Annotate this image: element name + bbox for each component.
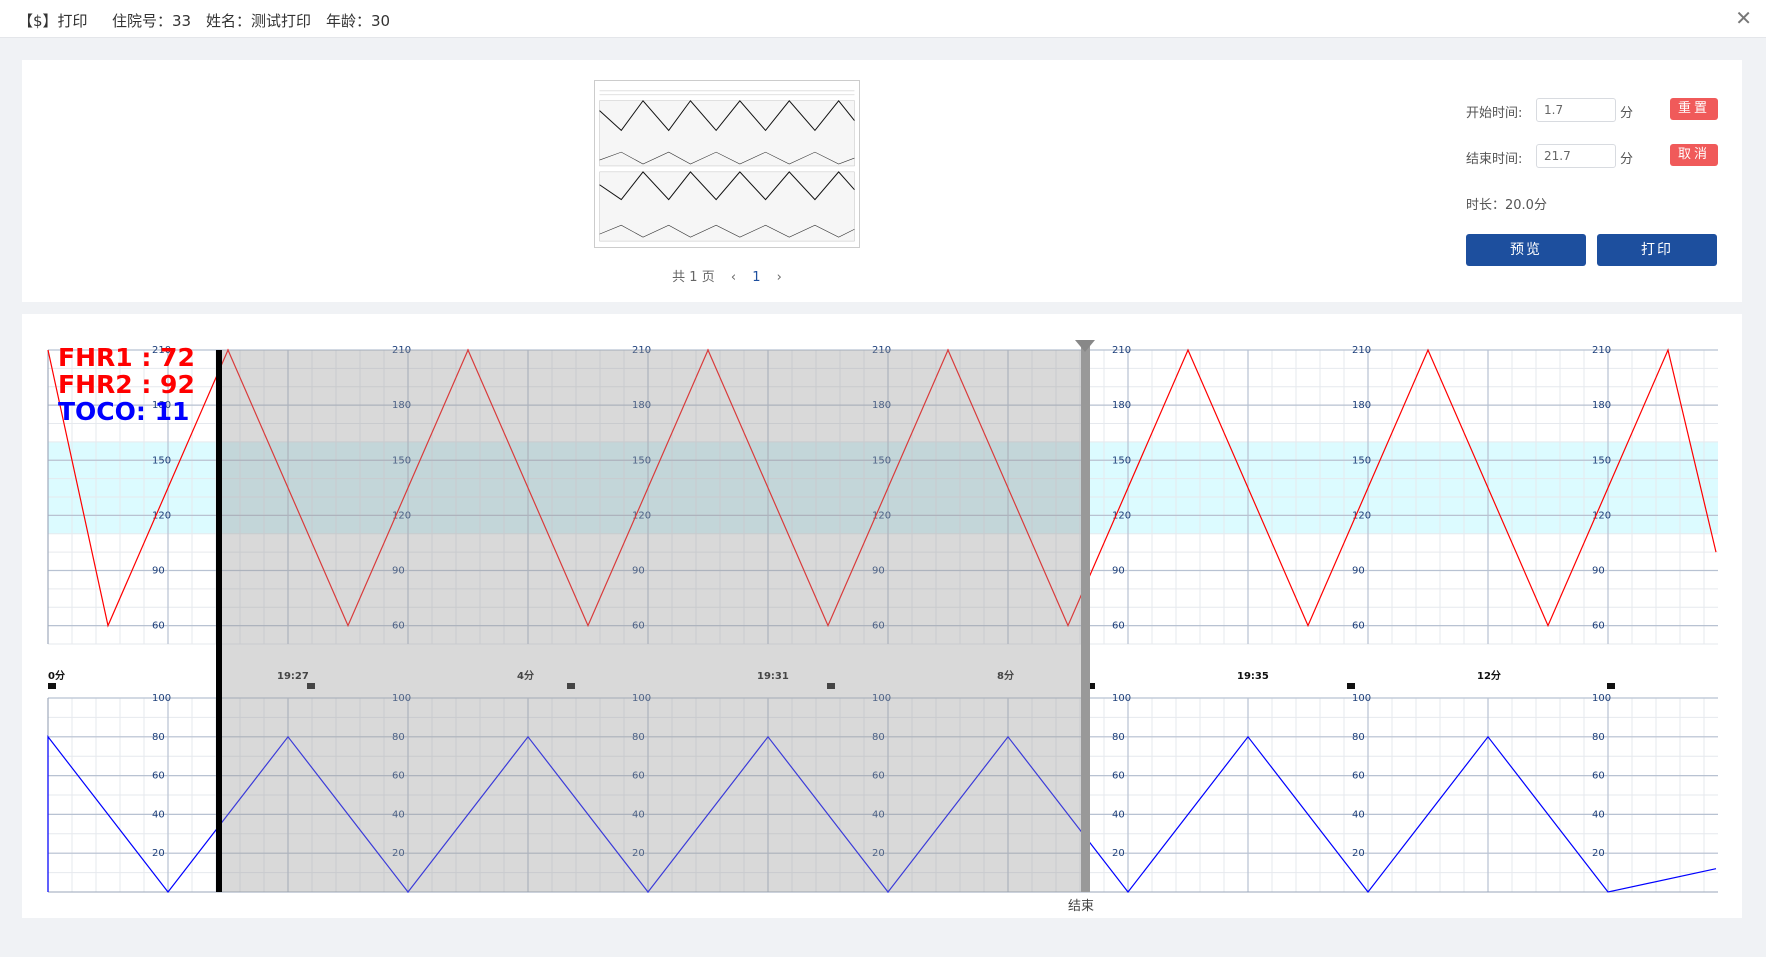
readout-1: FHR1 : 72 bbox=[58, 343, 195, 372]
fhr-tick-label: 90 bbox=[1112, 566, 1125, 577]
duration-text: 时长：20.0分 bbox=[1466, 198, 1547, 213]
toco-tick-label: 80 bbox=[152, 732, 165, 743]
toco-tick-label: 100 bbox=[1112, 693, 1131, 704]
end-time-label: 结束时间: bbox=[1466, 152, 1523, 167]
toco-tick-label: 80 bbox=[1112, 732, 1125, 743]
fhr-tick-label: 60 bbox=[152, 621, 165, 632]
end-cursor bbox=[1081, 342, 1090, 892]
prev-page-icon[interactable]: ‹ bbox=[731, 270, 736, 285]
start-time-label: 开始时间: bbox=[1466, 106, 1523, 121]
fhr-tick-label: 60 bbox=[1352, 621, 1365, 632]
start-time-input[interactable] bbox=[1536, 98, 1616, 122]
toco-tick-label: 60 bbox=[1112, 771, 1125, 782]
window-title: 【$】打印 bbox=[18, 12, 88, 30]
print-range-overlay bbox=[219, 350, 1084, 892]
fhr-tick-label: 120 bbox=[1352, 510, 1371, 521]
print-button[interactable]: 打印 bbox=[1597, 234, 1717, 266]
time-label: 0分 bbox=[48, 669, 65, 682]
fhr-tick-label: 120 bbox=[1592, 510, 1611, 521]
toco-tick-label: 20 bbox=[152, 848, 165, 859]
toco-tick-label: 40 bbox=[152, 809, 165, 820]
fhr-tick-label: 60 bbox=[1592, 621, 1605, 632]
next-page-icon[interactable]: › bbox=[777, 270, 782, 285]
fhr-tick-label: 150 bbox=[1592, 455, 1611, 466]
toco-tick-label: 60 bbox=[152, 771, 165, 782]
toco-tick-label: 40 bbox=[1112, 809, 1125, 820]
patient-name: 姓名：测试打印 bbox=[206, 12, 312, 30]
event-marker bbox=[1607, 683, 1615, 689]
toco-tick-label: 100 bbox=[1352, 693, 1371, 704]
reset-button[interactable]: 重置 bbox=[1670, 98, 1718, 120]
close-icon[interactable]: ✕ bbox=[1735, 6, 1752, 30]
toco-tick-label: 80 bbox=[1352, 732, 1365, 743]
toco-tick-label: 40 bbox=[1352, 809, 1365, 820]
start-unit: 分 bbox=[1620, 106, 1634, 121]
fhr-tick-label: 120 bbox=[152, 510, 171, 521]
fhr-tick-label: 180 bbox=[1112, 400, 1131, 411]
title-bar: 【$】打印 住院号：33 姓名：测试打印 年龄：30 ✕ bbox=[0, 0, 1766, 38]
fhr-tick-label: 150 bbox=[1352, 455, 1371, 466]
toco-tick-label: 20 bbox=[1352, 848, 1365, 859]
hospital-number: 住院号：33 bbox=[112, 12, 192, 30]
toco-tick-label: 20 bbox=[1592, 848, 1605, 859]
settings-panel: 开始时间: 分 重置 结束时间: 分 取消 时长：20.0分 预览 打印 bbox=[1442, 60, 1742, 302]
fhr-tick-label: 150 bbox=[152, 455, 171, 466]
end-unit: 分 bbox=[1620, 152, 1634, 167]
fhr-tick-label: 120 bbox=[1112, 510, 1131, 521]
fhr-tick-label: 180 bbox=[1592, 400, 1611, 411]
readout-3: TOCO: 11 bbox=[58, 397, 189, 426]
cancel-button[interactable]: 取消 bbox=[1670, 144, 1718, 166]
fhr-tick-label: 90 bbox=[152, 566, 165, 577]
report-thumbnail bbox=[594, 80, 860, 248]
toco-tick-label: 100 bbox=[152, 693, 171, 704]
toco-tick-label: 60 bbox=[1592, 771, 1605, 782]
fhr-tick-label: 210 bbox=[1592, 345, 1611, 356]
fhr-tick-label: 150 bbox=[1112, 455, 1131, 466]
preview-button[interactable]: 预览 bbox=[1466, 234, 1586, 266]
toco-tick-label: 20 bbox=[1112, 848, 1125, 859]
end-time-input[interactable] bbox=[1536, 144, 1616, 168]
ctg-chart-panel: 210 180 150 120 90 60 100 80 60 40 20 210 180 150 120 9… bbox=[22, 314, 1742, 918]
page-total: 共 1 页 bbox=[672, 270, 715, 285]
toco-tick-label: 80 bbox=[1592, 732, 1605, 743]
end-marker-label: 结束 bbox=[1068, 899, 1094, 914]
readout-2: FHR2 : 92 bbox=[58, 370, 195, 399]
toco-tick-label: 100 bbox=[1592, 693, 1611, 704]
patient-age: 年龄：30 bbox=[326, 12, 391, 30]
fhr-tick-label: 210 bbox=[1112, 345, 1131, 356]
fhr-tick-label: 60 bbox=[1112, 621, 1125, 632]
toco-tick-label: 60 bbox=[1352, 771, 1365, 782]
event-marker bbox=[48, 683, 56, 689]
time-label: 12分 bbox=[1477, 669, 1501, 682]
ctg-chart[interactable]: 210 180 150 120 90 60 100 80 60 40 20 210 180 150 120 9… bbox=[22, 314, 1742, 918]
event-marker bbox=[1347, 683, 1355, 689]
current-page[interactable]: 1 bbox=[752, 270, 760, 285]
toco-tick-label: 40 bbox=[1592, 809, 1605, 820]
fhr-tick-label: 90 bbox=[1352, 566, 1365, 577]
time-label: 19:35 bbox=[1237, 671, 1269, 682]
fhr-tick-label: 210 bbox=[1352, 345, 1371, 356]
page-pager: 共 1 页 ‹ 1 › bbox=[594, 266, 860, 285]
fhr-tick-label: 90 bbox=[1592, 566, 1605, 577]
fhr-tick-label: 180 bbox=[1352, 400, 1371, 411]
